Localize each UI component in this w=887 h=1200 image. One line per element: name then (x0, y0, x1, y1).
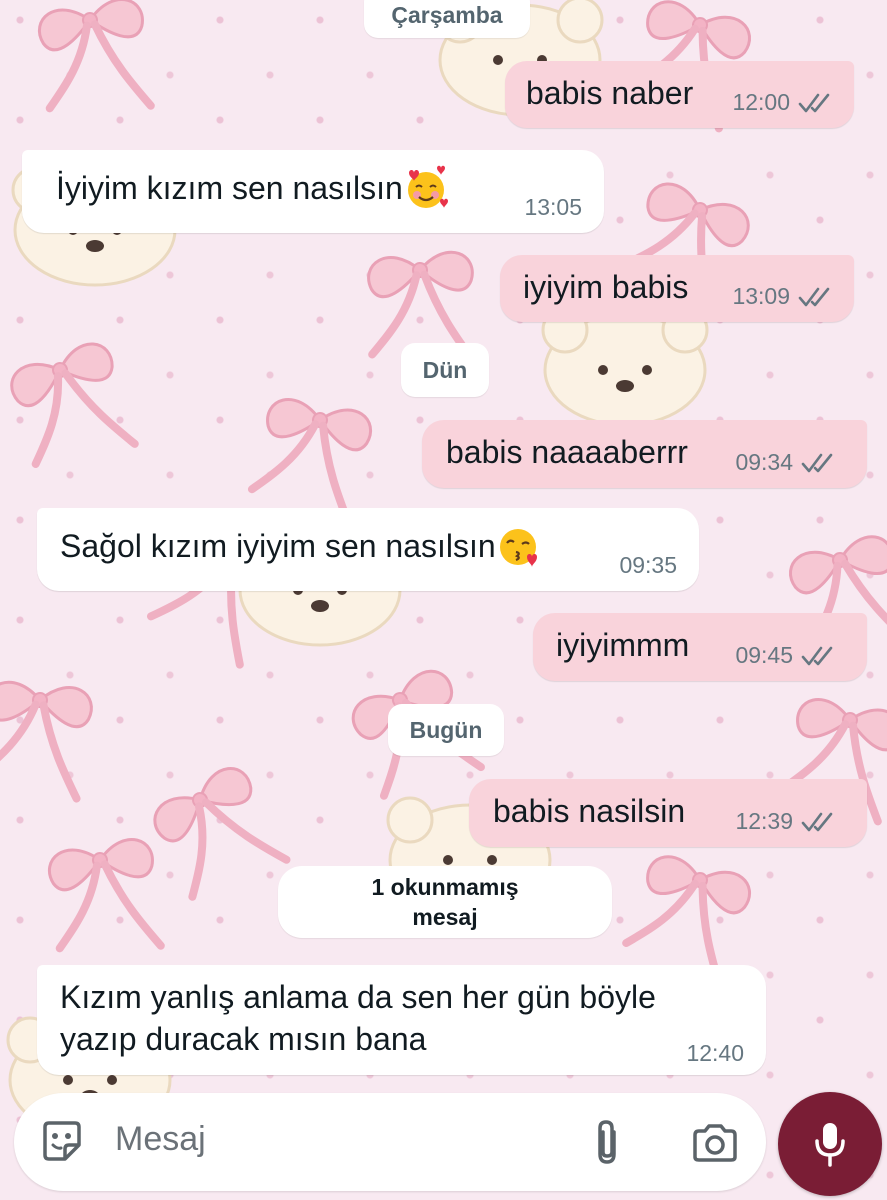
message-meta: 09:35 (619, 552, 677, 579)
message-time: 12:40 (686, 1040, 744, 1066)
message-line: Kızım yanlış anlama da sen her gün böyle (60, 979, 656, 1015)
smiling-face-with-hearts-icon (407, 165, 448, 208)
message-text: babis naber (526, 75, 694, 111)
incoming-message[interactable]: Kızım yanlış anlama da sen her gün böyle… (37, 965, 766, 1075)
message-meta: 12:00 (732, 89, 832, 116)
outgoing-message[interactable]: iyiyim babis 13:09 (500, 255, 854, 322)
message-input[interactable]: Mesaj (115, 1120, 206, 1159)
sticker-icon[interactable] (39, 1119, 85, 1165)
double-check-icon (801, 812, 833, 831)
message-time: 09:35 (619, 552, 677, 578)
date-chip-label: Dün (422, 357, 468, 383)
attachment-icon[interactable] (589, 1118, 625, 1168)
microphone-button[interactable] (778, 1092, 882, 1196)
double-check-icon (798, 93, 830, 112)
message-meta: 09:34 (735, 449, 835, 476)
outgoing-message[interactable]: babis naber 12:00 (505, 61, 854, 128)
outgoing-message[interactable]: iyiyimmm 09:45 (533, 613, 867, 681)
message-time: 13:09 (732, 283, 790, 309)
message-meta: 12:39 (735, 808, 835, 835)
date-chip-yesterday: Dün (401, 343, 489, 397)
message-meta: 09:45 (735, 642, 835, 669)
message-meta: 12:40 (686, 1040, 744, 1067)
message-text-content: İyiyim kızım sen nasılsın (56, 170, 403, 206)
message-text: babis nasilsin (493, 793, 686, 829)
message-line: yazıp duracak mısın bana (60, 1021, 427, 1057)
incoming-message[interactable]: İyiyim kızım sen nasılsın 13:05 (22, 150, 604, 233)
message-text: babis naaaaberrr (446, 434, 688, 470)
message-time: 12:39 (735, 808, 793, 834)
date-chip-wednesday: Çarşamba (364, 0, 530, 38)
message-time: 13:05 (524, 194, 582, 220)
message-text: iyiyim babis (523, 269, 689, 305)
message-text-content: Sağol kızım iyiyim sen nasılsın (60, 528, 496, 564)
message-meta: 13:09 (732, 283, 832, 310)
date-chip-label: Bugün (409, 717, 483, 743)
incoming-message[interactable]: Sağol kızım iyiyim sen nasılsın 09:35 (37, 508, 699, 591)
message-text: İyiyim kızım sen nasılsın (56, 165, 449, 211)
unread-count-label: 1 okunmamış (371, 874, 519, 900)
message-text: iyiyimmm (556, 627, 690, 663)
message-composer[interactable]: Mesaj (14, 1093, 766, 1191)
unread-suffix-label: mesaj (412, 904, 478, 930)
message-time: 12:00 (732, 89, 790, 115)
date-chip-label: Çarşamba (391, 2, 503, 28)
message-time: 09:34 (735, 449, 793, 475)
double-check-icon (801, 453, 833, 472)
unread-messages-banner: 1 okunmamış mesaj (278, 866, 612, 938)
double-check-icon (801, 646, 833, 665)
outgoing-message[interactable]: babis naaaaberrr 09:34 (422, 420, 867, 488)
camera-icon[interactable] (691, 1123, 739, 1163)
message-meta: 13:05 (524, 194, 582, 221)
microphone-icon (815, 1123, 845, 1167)
message-text: Sağol kızım iyiyim sen nasılsın (60, 524, 542, 569)
message-time: 09:45 (735, 642, 793, 668)
message-text: Kızım yanlış anlama da sen her gün böyle… (60, 976, 656, 1060)
face-blowing-a-kiss-icon (499, 528, 537, 567)
double-check-icon (798, 287, 830, 306)
date-chip-today: Bugün (388, 704, 504, 756)
outgoing-message[interactable]: babis nasilsin 12:39 (469, 779, 867, 847)
